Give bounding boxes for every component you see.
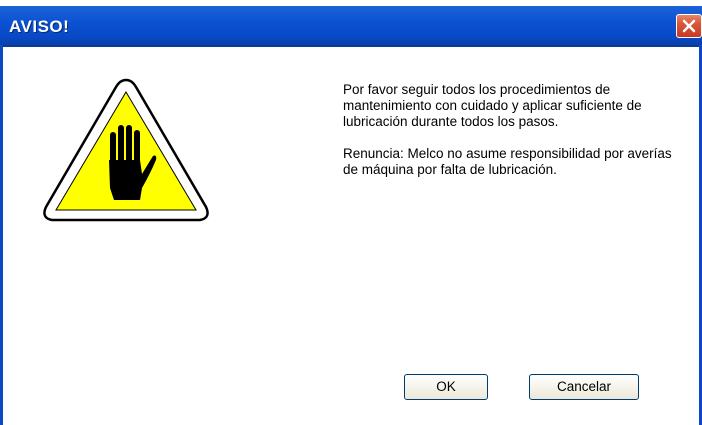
cancel-button[interactable]: Cancelar [529, 374, 639, 400]
dialog-window: AVISO! Por favor seguir todos los proced… [0, 0, 702, 425]
message-paragraph-2: Renuncia: Melco no asume responsibilidad… [343, 146, 672, 177]
stop-hand-warning-icon [43, 78, 209, 222]
close-button[interactable] [676, 14, 702, 38]
message-text: Por favor seguir todos los procedimiento… [343, 82, 688, 194]
title-bar-top-strip [0, 0, 702, 6]
close-icon [682, 19, 696, 33]
ok-button[interactable]: OK [404, 374, 488, 400]
title-bar[interactable]: AVISO! [0, 0, 702, 47]
message-paragraph-1: Por favor seguir todos los procedimiento… [343, 82, 642, 129]
window-frame-left [0, 45, 3, 425]
dialog-title: AVISO! [9, 17, 70, 36]
